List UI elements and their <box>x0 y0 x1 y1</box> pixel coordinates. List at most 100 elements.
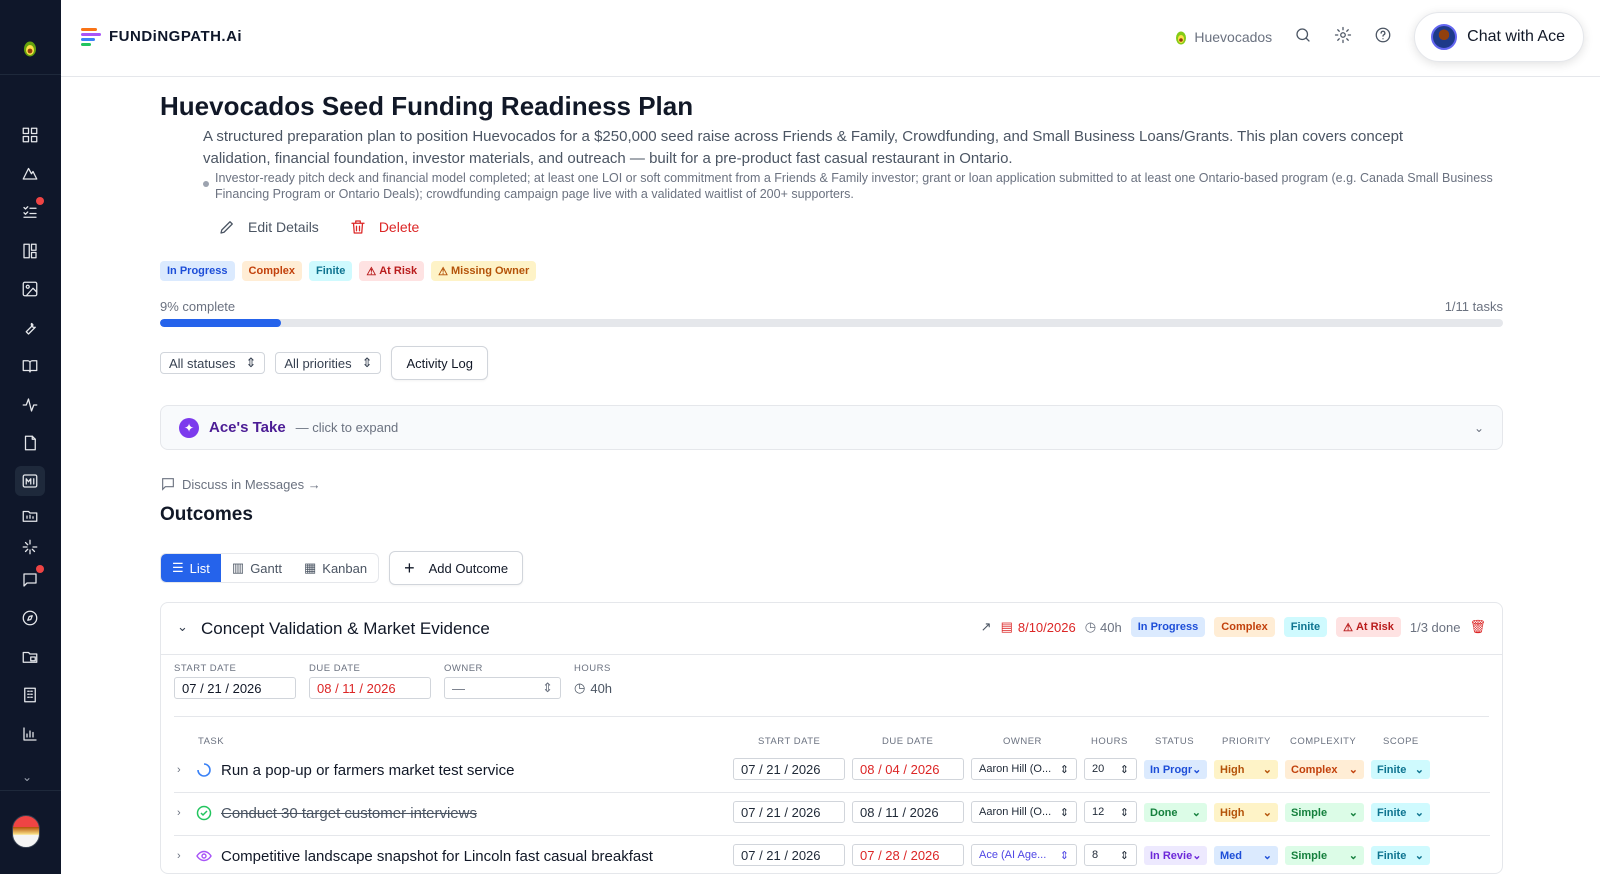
task-start-input[interactable]: 07 / 21 / 2026 <box>733 758 845 780</box>
layout-icon[interactable] <box>18 239 42 263</box>
document-icon[interactable] <box>18 431 42 455</box>
warning-icon: ⚠ <box>438 265 448 278</box>
messages-icon[interactable] <box>18 565 44 592</box>
task-priority-select[interactable]: Med ⌄ <box>1214 846 1278 865</box>
user-avatar[interactable] <box>12 815 40 848</box>
folder-icon[interactable] <box>18 504 42 528</box>
task-scope-select[interactable]: Finite ⌄ <box>1371 760 1430 779</box>
task-due-input[interactable]: 08 / 11 / 2026 <box>852 801 964 823</box>
task-row[interactable]: › Competitive landscape snapshot for Lin… <box>174 836 1490 873</box>
task-hours-input[interactable]: 8 ⇕ <box>1084 844 1137 866</box>
task-owner-select[interactable]: Aaron Hill (O... ⇕ <box>971 758 1077 780</box>
outcome-hours: ◷ 40h <box>1085 619 1122 635</box>
task-priority-select[interactable]: High ⌄ <box>1214 760 1278 779</box>
external-link-icon[interactable]: ↗ <box>981 619 992 635</box>
task-status-select[interactable]: In Progr ⌄ <box>1144 760 1207 779</box>
chevron-down-icon: ⌄ <box>1192 850 1202 862</box>
task-priority-value: Med <box>1220 849 1242 862</box>
wrench-icon[interactable] <box>18 316 42 340</box>
discuss-in-messages-link[interactable]: Discuss in Messages → <box>160 476 321 492</box>
outcome-fields: START DATE 07 / 21 / 2026 DUE DATE 08 / … <box>174 663 612 699</box>
task-name[interactable]: Conduct 30 target customer interviews <box>221 805 477 822</box>
chevron-down-icon[interactable]: ⌄ <box>22 770 32 784</box>
gear-icon[interactable] <box>1334 26 1352 49</box>
activity-log-button[interactable]: Activity Log <box>391 346 488 380</box>
task-scope-select[interactable]: Finite ⌄ <box>1371 846 1430 865</box>
pencil-icon <box>220 221 233 234</box>
building-icon[interactable] <box>18 683 42 707</box>
check-circle-icon <box>196 805 212 821</box>
stepper-icon: ⇕ <box>1119 763 1129 776</box>
search-icon[interactable] <box>1294 26 1312 49</box>
chevron-right-icon[interactable]: › <box>177 850 181 862</box>
dashboard-icon[interactable] <box>18 123 42 147</box>
task-owner-select[interactable]: Ace (AI Age... ⇕ <box>971 844 1077 866</box>
activity-icon[interactable] <box>18 393 42 417</box>
col-priority: PRIORITY <box>1222 736 1271 747</box>
task-due-input[interactable]: 08 / 04 / 2026 <box>852 758 964 780</box>
delete-plan-button[interactable]: Delete <box>349 218 419 236</box>
aces-take-panel[interactable]: ✦ Ace's Take — click to expand ⌄ <box>160 405 1503 450</box>
compass-icon[interactable] <box>18 606 42 630</box>
task-complexity-select[interactable]: Simple ⌄ <box>1285 803 1364 822</box>
success-criteria: Investor-ready pitch deck and financial … <box>203 170 1493 202</box>
due-date-input[interactable]: 08 / 11 / 2026 <box>309 677 431 699</box>
outcome-complexity-badge: Complex <box>1214 617 1275 637</box>
tab-kanban[interactable]: ▦ Kanban <box>293 554 378 582</box>
chevron-down-icon: ⌄ <box>1348 850 1358 862</box>
book-icon[interactable] <box>18 354 42 378</box>
bar-chart-icon[interactable] <box>18 722 42 746</box>
progress-bar <box>160 319 1503 327</box>
task-complexity-value: Simple <box>1291 849 1328 862</box>
company-switcher[interactable]: Huevocados <box>1174 29 1272 45</box>
app-root: ⌄ FUNDiNGPATH.Ai Huevocados Chat with Ac… <box>0 0 1600 874</box>
task-name[interactable]: Competitive landscape snapshot for Linco… <box>221 848 653 865</box>
edit-details-label: Edit Details <box>248 219 319 235</box>
task-name[interactable]: Run a pop-up or farmers market test serv… <box>221 762 514 779</box>
help-icon[interactable] <box>1374 26 1392 49</box>
avocado-logo-icon[interactable] <box>18 36 42 60</box>
task-row[interactable]: › Run a pop-up or farmers market test se… <box>174 750 1490 793</box>
chevron-down-icon[interactable]: ⌄ <box>177 619 188 635</box>
task-scope-value: Finite <box>1377 806 1407 819</box>
tab-list[interactable]: ☰ List <box>161 554 221 582</box>
brand[interactable]: FUNDiNGPATH.Ai <box>81 27 242 46</box>
outcome-scope-badge: Finite <box>1283 617 1328 637</box>
edit-details-button[interactable]: Edit Details <box>218 218 319 236</box>
task-start-input[interactable]: 07 / 21 / 2026 <box>733 844 845 866</box>
checklist-icon[interactable] <box>18 197 44 224</box>
task-due-input[interactable]: 07 / 28 / 2026 <box>852 844 964 866</box>
task-hours-input[interactable]: 20 ⇕ <box>1084 758 1137 780</box>
chat-with-ace-button[interactable]: Chat with Ace <box>1414 12 1584 62</box>
task-status-select[interactable]: In Revie ⌄ <box>1144 846 1207 865</box>
trash-icon[interactable]: 🗑 <box>1469 619 1486 635</box>
chevron-down-icon[interactable]: ⌄ <box>1474 421 1484 435</box>
task-status-value: In Progr <box>1150 763 1193 776</box>
task-status-select[interactable]: Done ⌄ <box>1144 803 1207 822</box>
chevron-right-icon[interactable]: › <box>177 764 181 776</box>
plans-icon[interactable] <box>15 466 45 496</box>
owner-select[interactable]: — ⇕ <box>444 677 561 699</box>
task-start-input[interactable]: 07 / 21 / 2026 <box>733 801 845 823</box>
priority-filter[interactable]: All priorities ⇕ <box>275 352 382 374</box>
outcome-header[interactable]: ⌄ Concept Validation & Market Evidence ↗… <box>161 603 1502 655</box>
task-owner-select[interactable]: Aaron Hill (O... ⇕ <box>971 801 1077 823</box>
task-priority-select[interactable]: High ⌄ <box>1214 803 1278 822</box>
chevron-down-icon: ⌄ <box>1414 807 1424 819</box>
task-complexity-select[interactable]: Complex ⌄ <box>1285 760 1364 779</box>
task-row[interactable]: › Conduct 30 target customer interviews … <box>174 793 1490 836</box>
aces-take-subtitle: — click to expand <box>295 420 399 435</box>
task-hours-input[interactable]: 12 ⇕ <box>1084 801 1137 823</box>
task-complexity-select[interactable]: Simple ⌄ <box>1285 846 1364 865</box>
tab-gantt[interactable]: ▥ Gantt <box>221 554 293 582</box>
folder-lock-icon[interactable] <box>18 645 42 669</box>
status-filter[interactable]: All statuses ⇕ <box>160 352 266 374</box>
add-outcome-button[interactable]: + Add Outcome <box>389 551 524 585</box>
mountain-icon[interactable] <box>18 161 42 185</box>
task-scope-select[interactable]: Finite ⌄ <box>1371 803 1430 822</box>
chevron-right-icon[interactable]: › <box>177 807 181 819</box>
image-icon[interactable] <box>18 277 42 301</box>
sidebar-divider <box>0 74 61 75</box>
sparkles-icon[interactable] <box>18 535 42 559</box>
start-date-input[interactable]: 07 / 21 / 2026 <box>174 677 296 699</box>
